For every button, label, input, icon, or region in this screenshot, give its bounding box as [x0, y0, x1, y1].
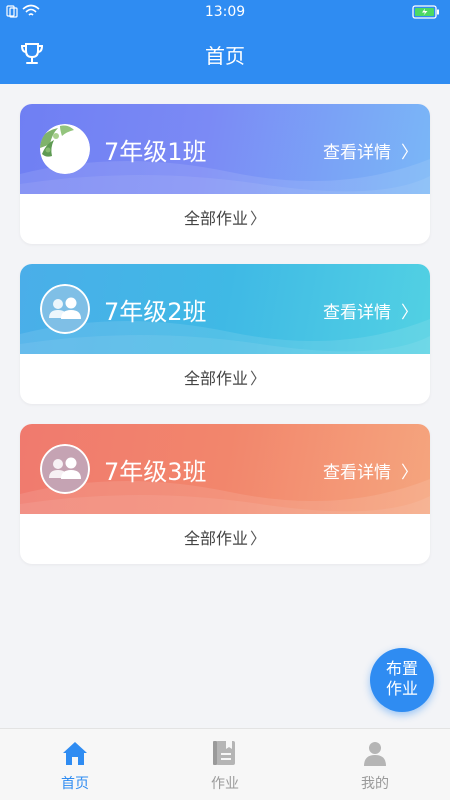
- chevron-right-icon: 〉: [250, 209, 267, 228]
- home-icon: [63, 742, 87, 765]
- tab-homework[interactable]: 作业: [150, 729, 300, 800]
- chevron-right-icon: 〉: [250, 369, 267, 388]
- all-homework-label: 全部作业: [183, 369, 248, 388]
- all-homework-label: 全部作业: [183, 529, 248, 548]
- page-title: 首页: [205, 44, 245, 68]
- battery-charging-icon: [412, 5, 439, 19]
- assign-homework-button[interactable]: 布置 作业: [370, 648, 434, 712]
- group-avatar-icon: [40, 444, 90, 494]
- class-name: 7年级1班: [104, 138, 207, 166]
- bottom-tab-bar: 首页 作业 我的: [0, 728, 450, 800]
- tab-label: 作业: [211, 776, 239, 792]
- tab-home[interactable]: 首页: [0, 729, 150, 800]
- view-details-label: 查看详情: [323, 143, 391, 163]
- status-time: 13:09: [204, 4, 246, 20]
- all-homework-link[interactable]: 全部作业〉: [20, 514, 430, 564]
- status-bar: 13:09: [0, 0, 450, 24]
- all-homework-link[interactable]: 全部作业〉: [20, 354, 430, 404]
- chevron-right-icon: 〉: [250, 529, 267, 548]
- view-details-link[interactable]: 查看详情〉: [323, 298, 418, 323]
- class-avatar-photo: [40, 124, 90, 174]
- class-name: 7年级3班: [104, 458, 207, 486]
- class-card-2: 7年级2班 查看详情〉 全部作业〉: [20, 264, 430, 404]
- class-card-banner[interactable]: 7年级3班 查看详情〉: [20, 424, 430, 514]
- view-details-link[interactable]: 查看详情〉: [323, 138, 418, 163]
- tab-mine[interactable]: 我的: [300, 729, 450, 800]
- chevron-right-icon: 〉: [401, 463, 418, 483]
- book-icon: [213, 741, 235, 765]
- class-name: 7年级2班: [104, 298, 207, 326]
- tab-label: 我的: [361, 776, 389, 792]
- fab-label-line1: 布置: [385, 659, 418, 678]
- view-details-label: 查看详情: [323, 463, 391, 483]
- person-icon: [364, 742, 386, 766]
- tab-label: 首页: [61, 776, 89, 792]
- class-card-3: 7年级3班 查看详情〉 全部作业〉: [20, 424, 430, 564]
- top-bar: 13:09 首页: [0, 0, 450, 84]
- all-homework-link[interactable]: 全部作业〉: [20, 194, 430, 244]
- chevron-right-icon: 〉: [401, 303, 418, 323]
- fab-label-line2: 作业: [385, 679, 418, 698]
- all-homework-label: 全部作业: [183, 209, 248, 228]
- chevron-right-icon: 〉: [401, 143, 418, 163]
- class-card-1: 7年级1班 查看详情〉 全部作业〉: [20, 104, 430, 244]
- class-card-banner[interactable]: 7年级2班 查看详情〉: [20, 264, 430, 354]
- view-details-label: 查看详情: [323, 303, 391, 323]
- class-card-banner[interactable]: 7年级1班 查看详情〉: [20, 104, 430, 194]
- group-avatar-icon: [40, 284, 90, 334]
- view-details-link[interactable]: 查看详情〉: [323, 458, 418, 483]
